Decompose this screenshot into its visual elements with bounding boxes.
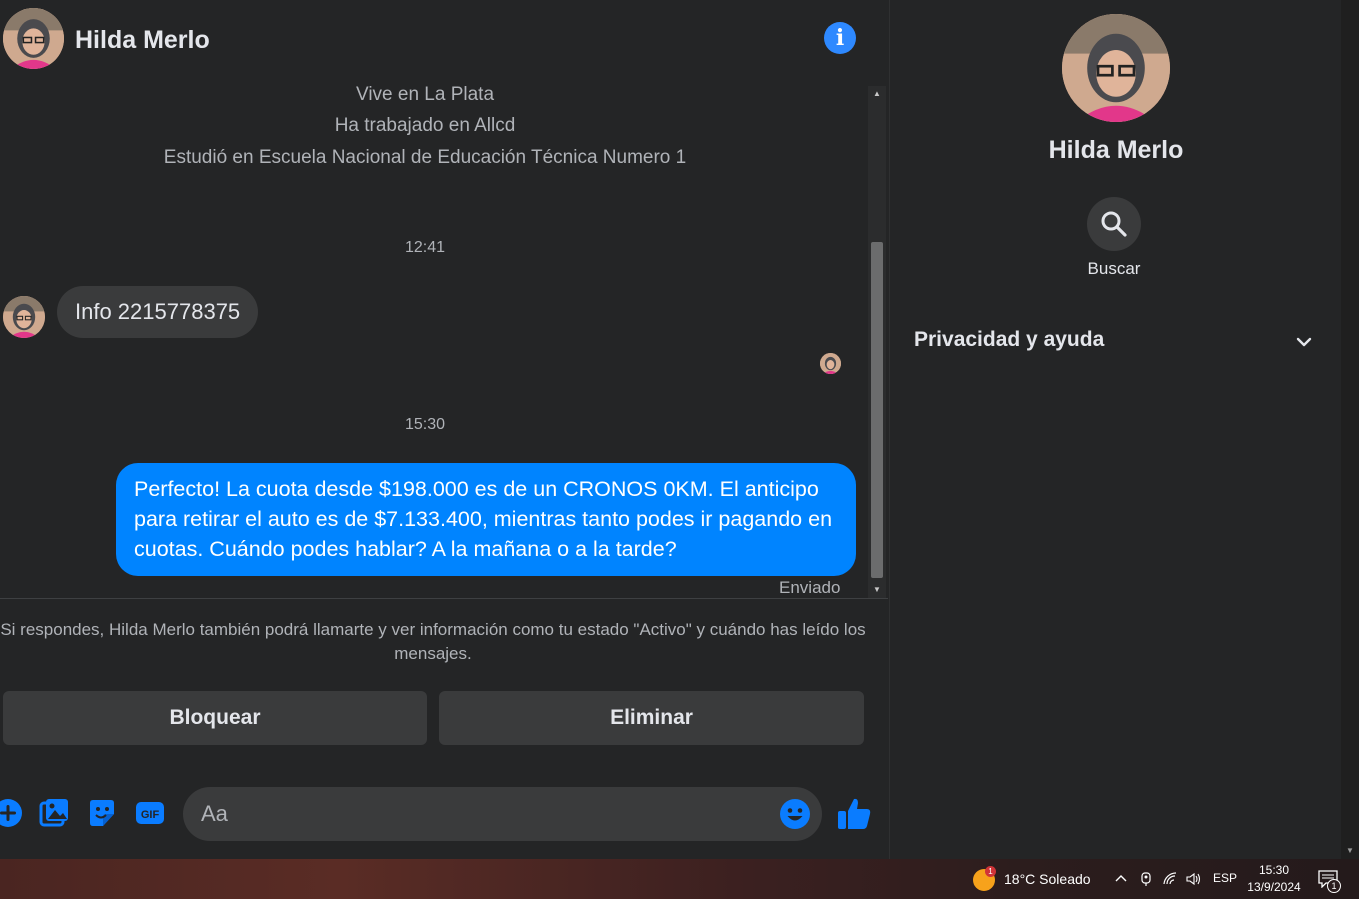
chevron-up-icon[interactable] <box>1113 871 1129 887</box>
wifi-icon[interactable] <box>1162 871 1178 887</box>
contact-avatar[interactable] <box>3 8 64 69</box>
profile-avatar[interactable] <box>1062 14 1170 122</box>
chevron-down-icon[interactable] <box>1294 332 1314 352</box>
svg-text:GIF: GIF <box>141 809 160 821</box>
taskbar: 1 18°C Soleado ESP 15:30 13/9/2024 1 <box>0 859 1359 899</box>
message-input[interactable] <box>201 787 781 841</box>
incoming-message-bubble[interactable]: Info 2215778375 <box>57 286 259 338</box>
scroll-thumb[interactable] <box>871 242 883 578</box>
privacy-help-section[interactable]: Privacidad y ayuda <box>890 316 1330 366</box>
plus-icon[interactable] <box>0 797 24 829</box>
weather-text[interactable]: 18°C Soleado <box>1004 871 1091 887</box>
messenger-window: Hilda Merlo i Vive en La Plata Ha trabaj… <box>0 0 1359 859</box>
block-button[interactable]: Bloquear <box>3 691 427 745</box>
reply-notice: Si respondes, Hilda Merlo también podrá … <box>0 620 866 663</box>
seen-indicator-avatar <box>820 353 841 374</box>
clock-time[interactable]: 15:30 <box>1248 863 1300 877</box>
message-list: Vive en La Plata Ha trabajado en Allcd E… <box>0 82 868 598</box>
emoji-icon[interactable] <box>779 798 811 830</box>
weather-badge: 1 <box>985 866 996 877</box>
info-icon[interactable]: i <box>824 22 856 54</box>
profile-name[interactable]: Hilda Merlo <box>890 136 1342 165</box>
gif-icon[interactable]: GIF <box>134 797 166 829</box>
scroll-down-arrow[interactable]: ▼ <box>868 582 886 598</box>
message-status: Enviado <box>779 578 841 597</box>
delete-button[interactable]: Eliminar <box>439 691 864 745</box>
message-composer: GIF <box>0 780 888 850</box>
page-scrollbar[interactable]: ▼ <box>1341 0 1359 859</box>
profile-location: Vive en La Plata <box>355 84 495 105</box>
clock-date[interactable]: 13/9/2024 <box>1244 880 1304 894</box>
like-icon[interactable] <box>836 796 872 832</box>
conversation-info-panel: Hilda Merlo Buscar Privacidad y ayuda <box>889 0 1341 859</box>
input-language[interactable]: ESP <box>1213 871 1237 885</box>
chat-panel: Hilda Merlo i Vive en La Plata Ha trabaj… <box>0 0 888 859</box>
message-timestamp: 15:30 <box>404 416 446 433</box>
camera-icon[interactable] <box>1138 871 1154 887</box>
scroll-down-arrow[interactable]: ▼ <box>1341 843 1359 859</box>
search-label: Buscar <box>1087 259 1141 278</box>
message-input-wrapper <box>183 787 822 841</box>
profile-work: Ha trabajado en Allcd <box>334 115 516 136</box>
notifications-badge: 1 <box>1327 879 1341 893</box>
contact-name[interactable]: Hilda Merlo <box>75 26 210 55</box>
chat-header: Hilda Merlo i <box>0 0 888 82</box>
scroll-up-arrow[interactable]: ▲ <box>868 86 886 102</box>
sender-avatar <box>3 296 45 338</box>
divider <box>0 598 888 599</box>
volume-icon[interactable] <box>1185 871 1201 887</box>
image-icon[interactable] <box>38 797 70 829</box>
profile-education: Estudió en Escuela Nacional de Educación… <box>163 147 687 168</box>
privacy-help-label: Privacidad y ayuda <box>914 328 1105 351</box>
outgoing-message-bubble[interactable]: Perfecto! La cuota desde $198.000 es de … <box>116 463 856 576</box>
search-button[interactable] <box>1087 197 1141 251</box>
message-timestamp: 12:41 <box>404 239 446 256</box>
message-scrollbar[interactable]: ▲ ▼ <box>868 86 886 598</box>
sticker-icon[interactable] <box>86 797 118 829</box>
search-icon <box>1101 211 1127 237</box>
